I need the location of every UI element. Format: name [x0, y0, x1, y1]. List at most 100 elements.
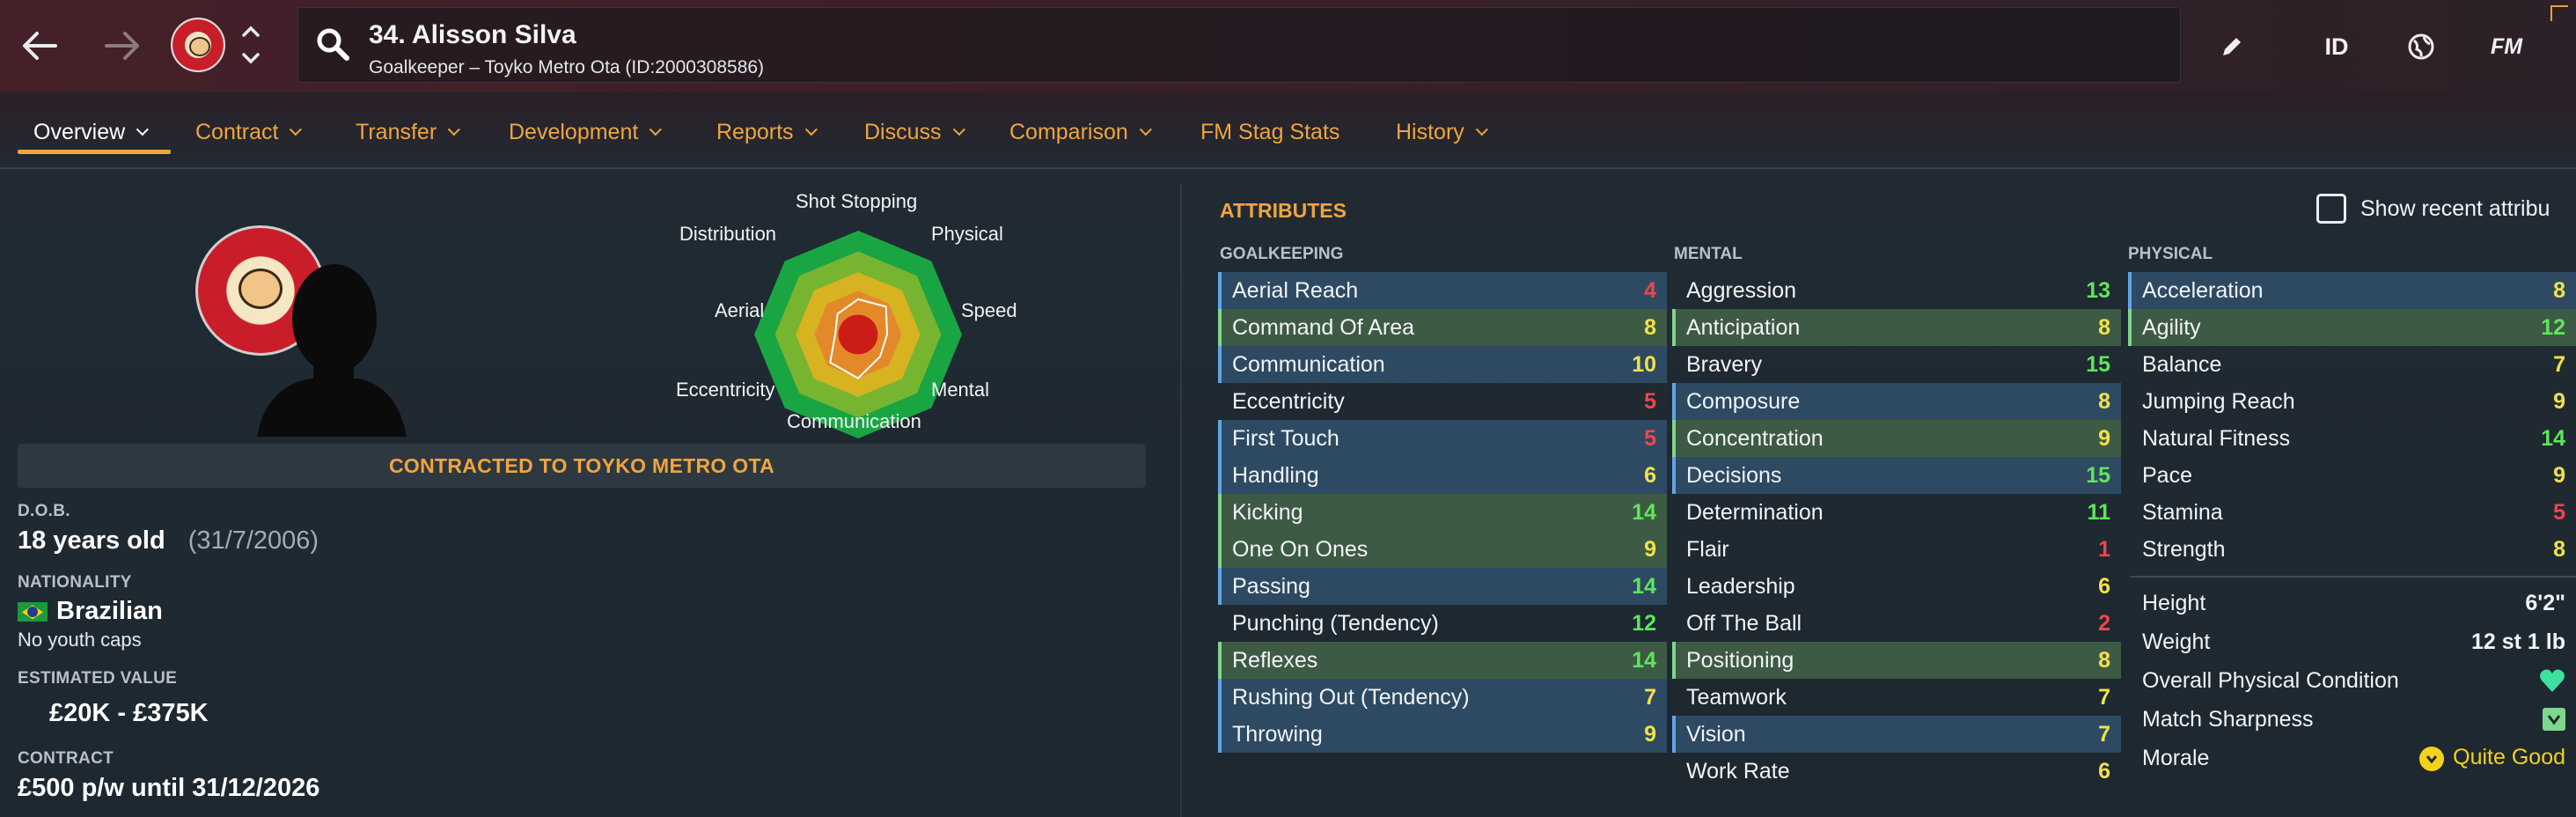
attribute-row-positioning[interactable]: Positioning 8: [1672, 642, 2121, 679]
attribute-row-kicking[interactable]: Kicking 14: [1218, 494, 1667, 531]
attribute-row-balance[interactable]: Balance 7: [2128, 346, 2576, 383]
player-switcher[interactable]: [238, 21, 264, 70]
attribute-name: Determination: [1686, 499, 1824, 525]
globe-button[interactable]: [2401, 25, 2441, 69]
match-sharpness-label: Match Sharpness: [2142, 706, 2314, 732]
attribute-row-flair[interactable]: Flair 1: [1672, 531, 2121, 568]
physical-condition-row[interactable]: Overall Physical Condition: [2130, 662, 2576, 699]
attribute-row-decisions[interactable]: Decisions 15: [1672, 457, 2121, 494]
nationality-row[interactable]: Brazilian: [18, 597, 163, 626]
club-badge-logo[interactable]: [171, 18, 225, 72]
age-value: 18 years old (31/7/2006): [18, 526, 319, 556]
attribute-name: One On Ones: [1232, 536, 1369, 562]
attribute-name: Passing: [1232, 573, 1310, 599]
attribute-row-teamwork[interactable]: Teamwork 7: [1672, 679, 2121, 716]
tab-label: History: [1396, 119, 1464, 144]
radar-label-speed: Speed: [961, 299, 1017, 321]
attribute-row-strength[interactable]: Strength 8: [2128, 531, 2576, 568]
attribute-row-one-on-ones[interactable]: One On Ones 9: [1218, 531, 1667, 568]
active-tab-indicator: [18, 150, 171, 154]
attribute-row-natural-fitness[interactable]: Natural Fitness 14: [2128, 420, 2576, 457]
tab-transfer[interactable]: Transfer: [356, 114, 461, 150]
tab-label: Contract: [195, 119, 279, 144]
mental-heading: MENTAL: [1674, 245, 1743, 263]
fm-menu-button[interactable]: FM: [2480, 25, 2533, 69]
attribute-name: Aerial Reach: [1232, 277, 1359, 303]
attribute-row-anticipation[interactable]: Anticipation 8: [1672, 309, 2121, 346]
attribute-row-determination[interactable]: Determination 11: [1672, 494, 2121, 531]
attribute-row-concentration[interactable]: Concentration 9: [1672, 420, 2121, 457]
morale-row[interactable]: Morale Quite Good: [2130, 740, 2576, 777]
attribute-row-leadership[interactable]: Leadership 6: [1672, 568, 2121, 605]
morale-value: Quite Good: [2453, 745, 2565, 770]
id-button[interactable]: ID: [2315, 25, 2359, 69]
attribute-row-communication[interactable]: Communication 10: [1218, 346, 1667, 383]
tab-discuss[interactable]: Discuss: [864, 114, 965, 150]
attribute-row-throwing[interactable]: Throwing 9: [1218, 716, 1667, 753]
weight-value: 12 st 1 lb: [2471, 629, 2565, 654]
panel-divider: [1180, 183, 1182, 817]
tab-bar: Overview Contract Transfer Development R…: [0, 92, 2576, 169]
attribute-row-command-of-area[interactable]: Command Of Area 8: [1218, 309, 1667, 346]
player-title: 34. Alisson Silva: [369, 20, 576, 49]
chevron-down-icon: [136, 123, 150, 136]
edit-button[interactable]: [2213, 25, 2251, 69]
attribute-row-reflexes[interactable]: Reflexes 14: [1218, 642, 1667, 679]
show-recent-toggle[interactable]: Show recent attribu: [2316, 194, 2550, 224]
tab-label: Overview: [33, 119, 126, 144]
show-recent-checkbox[interactable]: [2316, 194, 2346, 224]
forward-button[interactable]: [100, 19, 144, 72]
tab-contract[interactable]: Contract: [195, 114, 303, 150]
attribute-value: 2: [2098, 610, 2110, 636]
tab-history[interactable]: History: [1396, 114, 1488, 150]
attribute-value: 8: [2098, 388, 2110, 414]
goalkeeping-attributes-list: Aerial Reach 4 Command Of Area 8 Communicati…: [1218, 272, 1667, 753]
chevron-up-icon: [242, 26, 260, 37]
attribute-name: Handling: [1232, 462, 1319, 488]
match-sharpness-row[interactable]: Match Sharpness: [2130, 701, 2576, 738]
chevron-down-icon: [290, 123, 303, 136]
attribute-row-eccentricity[interactable]: Eccentricity 5: [1218, 383, 1667, 420]
attribute-row-vision[interactable]: Vision 7: [1672, 716, 2121, 753]
attribute-row-work-rate[interactable]: Work Rate 6: [1672, 753, 2121, 790]
attribute-name: Agility: [2142, 314, 2201, 340]
attribute-row-first-touch[interactable]: First Touch 5: [1218, 420, 1667, 457]
attribute-row-jumping-reach[interactable]: Jumping Reach 9: [2128, 383, 2576, 420]
tab-label: Discuss: [864, 119, 942, 144]
tab-development[interactable]: Development: [509, 114, 663, 150]
attribute-row-handling[interactable]: Handling 6: [1218, 457, 1667, 494]
attribute-row-off-the-ball[interactable]: Off The Ball 2: [1672, 605, 2121, 642]
top-bar: 34. Alisson Silva Goalkeeper – Toyko Met…: [0, 0, 2576, 92]
attribute-name: Flair: [1686, 536, 1729, 562]
attribute-row-rushing-out-tendency[interactable]: Rushing Out (Tendency) 7: [1218, 679, 1667, 716]
attribute-row-stamina[interactable]: Stamina 5: [2128, 494, 2576, 531]
attribute-row-passing[interactable]: Passing 14: [1218, 568, 1667, 605]
player-search-box[interactable]: 34. Alisson Silva Goalkeeper – Toyko Met…: [297, 7, 2181, 83]
radar-label-eccentricity: Eccentricity: [676, 379, 775, 401]
arrow-left-icon: [23, 32, 57, 60]
attribute-value: 7: [2098, 684, 2110, 710]
attribute-row-punching-tendency[interactable]: Punching (Tendency) 12: [1218, 605, 1667, 642]
attribute-row-pace[interactable]: Pace 9: [2128, 457, 2576, 494]
attribute-value: 9: [2553, 388, 2565, 414]
attribute-value: 14: [1632, 499, 1656, 525]
radar-label-physical: Physical: [931, 223, 1003, 245]
attribute-row-bravery[interactable]: Bravery 15: [1672, 346, 2121, 383]
attribute-row-aggression[interactable]: Aggression 13: [1672, 272, 2121, 309]
tab-comparison[interactable]: Comparison: [1009, 114, 1152, 150]
attribute-name: Aggression: [1686, 277, 1797, 303]
attribute-row-acceleration[interactable]: Acceleration 8: [2128, 272, 2576, 309]
attribute-value: 6: [2098, 758, 2110, 784]
tab-overview[interactable]: Overview: [33, 114, 150, 150]
chevron-down-icon: [447, 123, 461, 136]
attribute-row-composure[interactable]: Composure 8: [1672, 383, 2121, 420]
attribute-row-agility[interactable]: Agility 12: [2128, 309, 2576, 346]
pencil-icon: [2223, 38, 2241, 55]
attribute-row-aerial-reach[interactable]: Aerial Reach 4: [1218, 272, 1667, 309]
attribute-value: 9: [1644, 721, 1656, 747]
tab-fm-stag-stats[interactable]: FM Stag Stats: [1200, 114, 1339, 150]
youth-caps: No youth caps: [18, 629, 142, 651]
back-button[interactable]: [18, 19, 62, 72]
tab-reports[interactable]: Reports: [716, 114, 818, 150]
physical-heading: PHYSICAL: [2128, 245, 2213, 263]
